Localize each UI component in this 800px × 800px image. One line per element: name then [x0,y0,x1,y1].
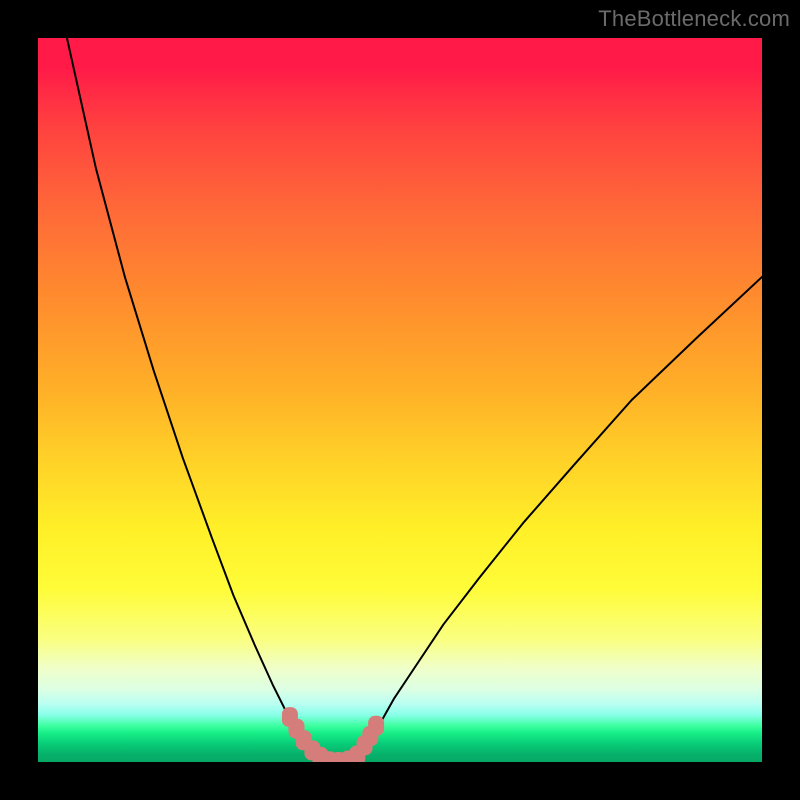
marker-group [282,707,384,762]
curve-group [67,38,762,762]
watermark-text: TheBottleneck.com [598,6,790,32]
curve-right-branch [354,277,762,761]
curves-svg [38,38,762,762]
chart-frame: TheBottleneck.com [0,0,800,800]
curve-left-branch [67,38,323,761]
plot-area [38,38,762,762]
valley-marker [368,716,384,736]
